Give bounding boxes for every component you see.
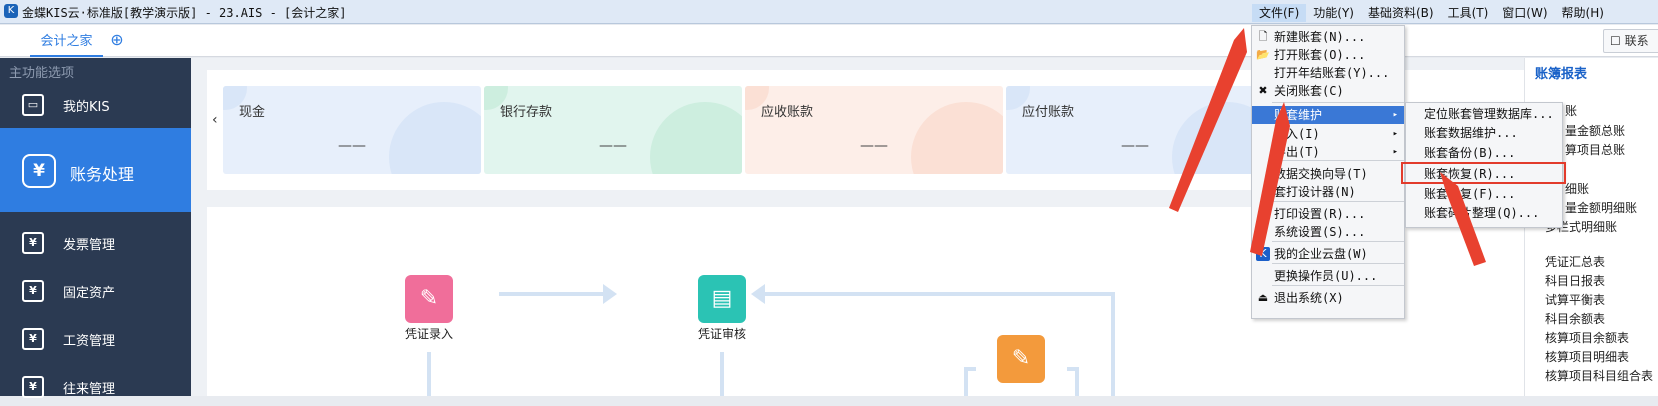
annotation-arrow-to-maintenance <box>1250 102 1290 256</box>
annotation-arrow-to-file-menu <box>1169 28 1247 212</box>
annotation-arrow-to-restore <box>1440 172 1486 266</box>
annotation-arrows <box>1169 28 1486 266</box>
